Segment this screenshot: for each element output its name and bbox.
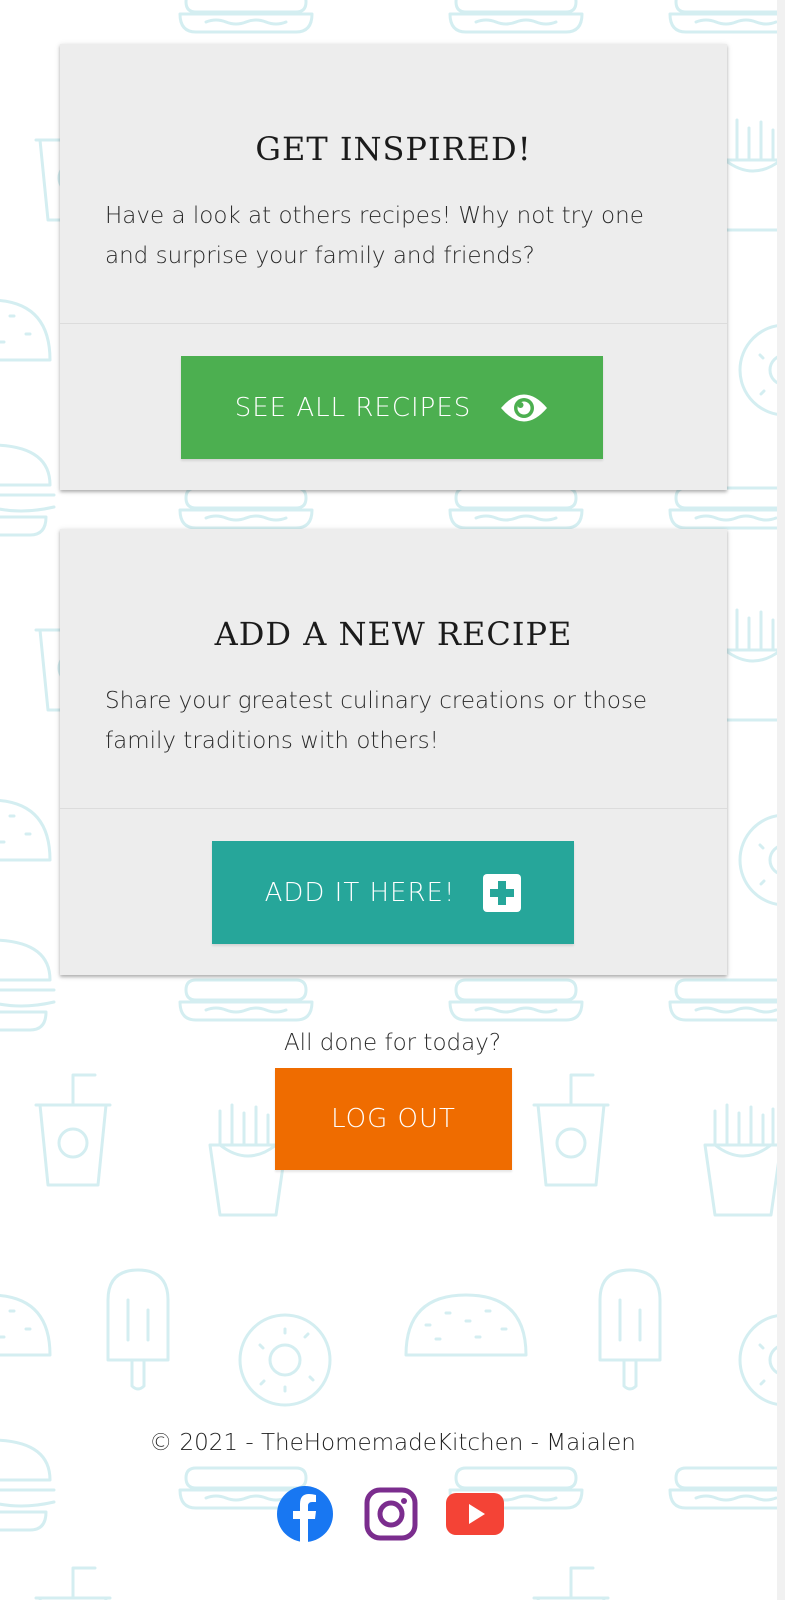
facebook-icon[interactable] <box>274 1483 336 1545</box>
footer-copyright: © 2021 - TheHomemadeKitchen - Maialen <box>149 1430 636 1456</box>
see-all-recipes-button[interactable]: SEE ALL RECIPES <box>181 356 603 459</box>
logout-prompt: All done for today? <box>283 1030 502 1056</box>
add-it-here-button[interactable]: ADD IT HERE! <box>212 841 574 944</box>
log-out-button[interactable]: LOG OUT <box>275 1068 512 1170</box>
card-title: ADD A NEW RECIPE <box>214 615 573 653</box>
eye-icon <box>501 394 548 421</box>
card-content: ADD A NEW RECIPE Share your greatest cul… <box>60 529 727 809</box>
card-text: Share your greatest culinary creations o… <box>105 688 648 754</box>
page-edge-strip <box>777 0 785 1600</box>
card-text: Have a look at others recipes! Why not t… <box>105 203 644 269</box>
button-label: ADD IT HERE! <box>264 877 456 908</box>
card-title: GET INSPIRED! <box>255 130 532 168</box>
plus-square-icon <box>483 873 522 912</box>
get-inspired-card: GET INSPIRED! Have a look at others reci… <box>60 44 727 490</box>
button-label: SEE ALL RECIPES <box>234 392 472 423</box>
add-new-recipe-card: ADD A NEW RECIPE Share your greatest cul… <box>60 529 727 975</box>
instagram-icon[interactable] <box>360 1483 422 1545</box>
youtube-icon[interactable] <box>444 1483 506 1545</box>
card-content: GET INSPIRED! Have a look at others reci… <box>60 44 727 324</box>
